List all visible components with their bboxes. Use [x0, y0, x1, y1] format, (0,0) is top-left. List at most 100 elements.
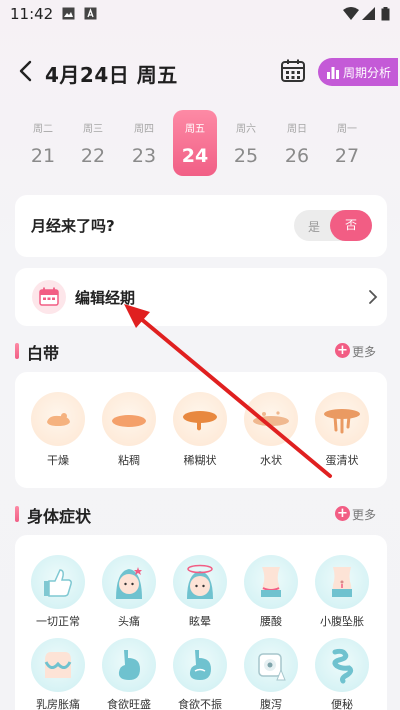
thumbs-up-icon — [31, 555, 85, 609]
week-day-27[interactable]: 周一 27 — [325, 110, 369, 176]
breast-tenderness-icon — [31, 638, 85, 692]
sticky-discharge-icon — [102, 392, 156, 446]
app-notification-icon — [84, 7, 97, 20]
weekday-label: 周二 — [33, 124, 53, 135]
dizziness-icon — [173, 555, 227, 609]
week-day-22[interactable]: 周三 22 — [71, 110, 115, 176]
symptom-label: 便秘 — [331, 698, 353, 710]
section-accent-bar — [15, 343, 19, 359]
week-day-23[interactable]: 周四 23 — [122, 110, 166, 176]
more-label: 更多 — [352, 345, 377, 359]
calendar-badge-icon — [32, 280, 66, 314]
option-label: 粘稠 — [118, 454, 140, 467]
gallery-notification-icon — [62, 7, 75, 20]
weekday-label: 周日 — [287, 124, 307, 135]
symptom-label: 食欲旺盛 — [107, 698, 151, 710]
page-title-date: 4月24日 周五 — [45, 63, 178, 87]
section-accent-bar — [15, 506, 19, 522]
symptom-diarrhea[interactable]: 腹泻 — [240, 638, 302, 710]
weekday-label: 周六 — [236, 124, 256, 135]
symptom-label: 腹泻 — [260, 698, 282, 710]
back-ache-icon — [244, 555, 298, 609]
option-label: 稀糊状 — [183, 454, 217, 467]
wifi-icon — [343, 7, 359, 20]
symptom-all-normal[interactable]: 一切正常 — [27, 555, 89, 635]
symptoms-title: 身体症状 — [27, 507, 92, 526]
symptom-dizziness[interactable]: 眩晕 — [169, 555, 231, 635]
chevron-right-icon — [369, 290, 378, 304]
toilet-paper-icon — [244, 638, 298, 692]
symptom-increased-appetite[interactable]: 食欲旺盛 — [98, 638, 160, 710]
symptom-label: 食欲不振 — [178, 698, 222, 710]
week-day-26[interactable]: 周日 26 — [275, 110, 319, 176]
symptom-lower-abdominal-bloating[interactable]: 小腹坠胀 — [311, 555, 373, 635]
toggle-no-option[interactable]: 否 — [330, 210, 372, 241]
symptoms-card: 一切正常 头痛 眩晕 腰酸 小腹坠胀 乳房胀痛 食欲旺盛 食欲不振 腹泻 便秘 — [15, 535, 387, 710]
egg-white-discharge-icon — [315, 392, 369, 446]
watery-discharge-icon — [244, 392, 298, 446]
plus-icon: + — [335, 343, 350, 358]
symptom-back-ache[interactable]: 腰酸 — [240, 555, 302, 635]
bar-chart-icon — [327, 67, 339, 79]
symptom-constipation[interactable]: 便秘 — [311, 638, 373, 710]
weekday-label: 周五 — [185, 124, 205, 135]
period-analysis-button[interactable]: 周期分析 — [318, 58, 398, 86]
period-question-text: 月经来了吗? — [31, 217, 115, 235]
calendar-icon[interactable] — [280, 58, 306, 84]
symptom-headache[interactable]: 头痛 — [98, 555, 160, 635]
headache-icon — [102, 555, 156, 609]
discharge-option-watery[interactable]: 水状 — [242, 392, 300, 472]
edit-period-label: 编辑经期 — [75, 289, 136, 307]
symptom-loss-of-appetite[interactable]: 食欲不振 — [169, 638, 231, 710]
symptom-label: 乳房胀痛 — [36, 698, 80, 710]
weekday-label: 周三 — [83, 124, 103, 135]
symptom-label: 小腹坠胀 — [320, 615, 364, 628]
more-label: 更多 — [352, 508, 377, 522]
abdominal-bloating-icon — [315, 555, 369, 609]
day-number: 26 — [284, 145, 310, 167]
day-number: 27 — [334, 145, 360, 167]
discharge-option-sticky[interactable]: 粘稠 — [100, 392, 158, 472]
period-toggle[interactable]: 是 否 — [294, 210, 372, 241]
symptom-label: 一切正常 — [36, 615, 80, 628]
weekday-label: 周四 — [134, 124, 154, 135]
week-day-21[interactable]: 周二 21 — [21, 110, 65, 176]
status-time: 11:42 — [10, 5, 54, 23]
discharge-card: 干燥 粘稠 稀糊状 水状 蛋清状 — [15, 372, 387, 488]
stomach-icon — [173, 638, 227, 692]
option-label: 水状 — [260, 454, 282, 467]
battery-icon — [381, 7, 390, 21]
option-label: 干燥 — [47, 454, 69, 467]
period-question-card: 月经来了吗? 是 否 — [15, 195, 387, 257]
day-number: 21 — [30, 145, 56, 167]
plus-icon: + — [335, 506, 350, 521]
discharge-option-pasty[interactable]: 稀糊状 — [171, 392, 229, 472]
period-analysis-label: 周期分析 — [343, 66, 392, 80]
toggle-yes-option[interactable]: 是 — [308, 218, 320, 235]
symptom-label: 眩晕 — [189, 615, 211, 628]
dry-discharge-icon — [31, 392, 85, 446]
week-day-25[interactable]: 周六 25 — [224, 110, 268, 176]
back-arrow-icon[interactable] — [16, 58, 38, 84]
signal-icon — [362, 7, 375, 20]
weekday-label: 周一 — [337, 124, 357, 135]
week-day-24-selected[interactable]: 周五 24 — [173, 110, 217, 176]
pasty-discharge-icon — [173, 392, 227, 446]
day-number: 23 — [131, 145, 157, 167]
day-number: 22 — [80, 145, 106, 167]
header: 4月24日 周五 周期分析 — [0, 50, 400, 94]
edit-period-row[interactable]: 编辑经期 — [15, 268, 387, 326]
option-label: 蛋清状 — [325, 454, 359, 467]
discharge-title: 白带 — [27, 344, 60, 363]
discharge-option-egg-white[interactable]: 蛋清状 — [313, 392, 371, 472]
day-number: 24 — [181, 145, 209, 167]
symptom-label: 腰酸 — [260, 615, 282, 628]
discharge-option-dry[interactable]: 干燥 — [29, 392, 87, 472]
stomach-icon — [102, 638, 156, 692]
week-strip: 周二 21 周三 22 周四 23 周五 24 周六 25 周日 26 周一 27 — [0, 110, 400, 176]
symptom-breast-tenderness[interactable]: 乳房胀痛 — [27, 638, 89, 710]
symptom-label: 头痛 — [118, 615, 140, 628]
status-bar: 11:42 — [0, 0, 400, 28]
day-number: 25 — [233, 145, 259, 167]
intestine-icon — [315, 638, 369, 692]
